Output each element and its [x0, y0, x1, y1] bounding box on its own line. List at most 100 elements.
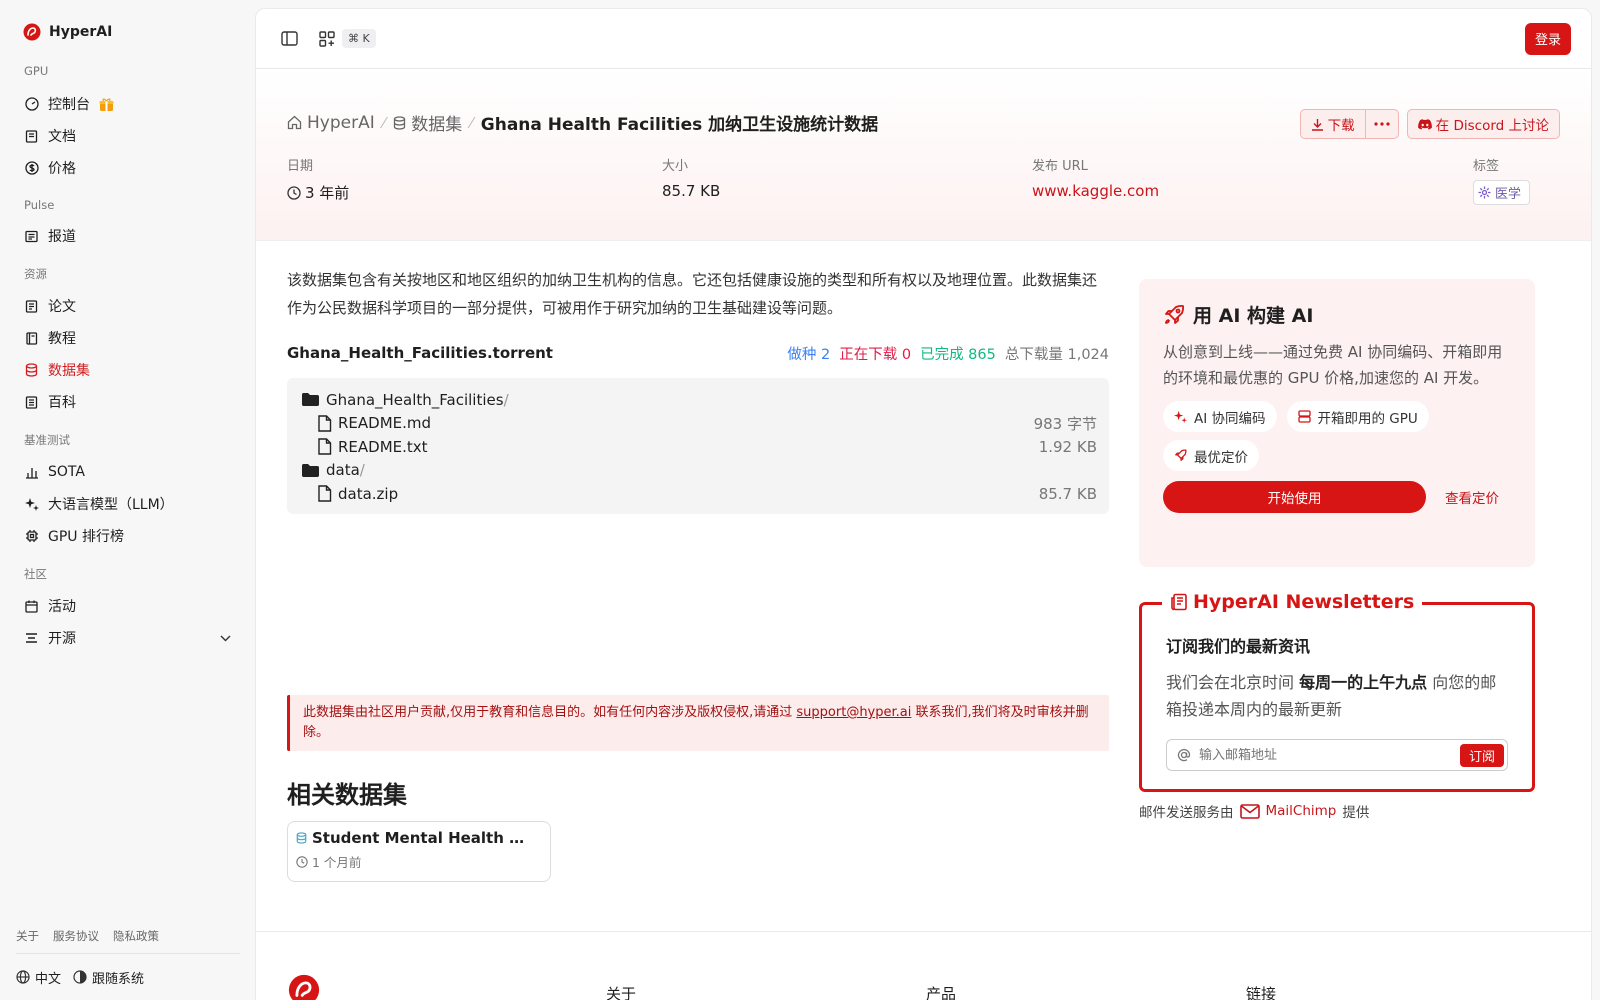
- breadcrumb: HyperAI ⁄ 数据集 ⁄ Ghana Health Facilities …: [287, 110, 878, 135]
- at-sign-icon: [1177, 748, 1191, 762]
- hyperai-logo-icon: [23, 23, 41, 41]
- sidebar-item-datasets[interactable]: 数据集: [16, 354, 239, 386]
- about-link[interactable]: 关于: [16, 928, 39, 944]
- feature-gpu: 开箱即用的 GPU: [1286, 401, 1429, 432]
- more-options-button[interactable]: [1365, 109, 1399, 139]
- clock-icon: [296, 855, 308, 868]
- rocket-icon: [1163, 304, 1185, 326]
- torrent-name: Ghana_Health_Facilities.torrent: [287, 344, 553, 362]
- get-started-button[interactable]: 开始使用: [1163, 481, 1426, 513]
- brand[interactable]: HyperAI: [23, 22, 239, 42]
- torrent-header: Ghana_Health_Facilities.torrent 做种 2 正在下…: [287, 342, 1109, 364]
- server-icon: [1297, 410, 1311, 423]
- language-switcher[interactable]: 中文: [16, 968, 61, 987]
- download-button[interactable]: 下载: [1299, 109, 1366, 139]
- meta-url-label: 发布 URL: [1032, 159, 1088, 174]
- file-tree-folder[interactable]: Ghana_Health_Facilities /: [301, 388, 1097, 412]
- stat-downloading: 正在下载 0: [839, 346, 912, 363]
- tag-label: 医学: [1495, 187, 1522, 202]
- file-name: data.zip: [338, 484, 399, 503]
- home-icon: [287, 115, 302, 130]
- mailchimp-link[interactable]: MailChimp: [1239, 803, 1337, 819]
- dataset-description: 该数据集包含有关按地区和地区组织的加纳卫生机构的信息。它还包括健康设施的类型和所…: [287, 271, 1098, 317]
- stat-completed: 已完成 865: [920, 346, 996, 363]
- provider-prefix: 邮件发送服务由: [1139, 805, 1234, 821]
- file-tree-file[interactable]: data.zip 85.7 KB: [301, 482, 1097, 506]
- notice-text: 此数据集由社区用户贡献,仅用于教育和信息目的。如有任何内容涉及版权侵权,请通过: [303, 705, 797, 720]
- file-tree-folder[interactable]: data /: [301, 459, 1097, 483]
- nav-section-gpu: GPU: [24, 64, 49, 78]
- related-dataset-card[interactable]: Student Mental Health … 1 个月前: [287, 821, 551, 882]
- tag-medicine[interactable]: 医学: [1473, 180, 1531, 205]
- rocket-icon: [1174, 449, 1187, 462]
- meta-date-label: 日期: [287, 159, 314, 174]
- terms-link[interactable]: 服务协议: [53, 928, 99, 944]
- sidebar-item-gpu-leaderboard[interactable]: GPU 排行榜: [16, 520, 239, 552]
- preferences: 中文 跟随系统: [16, 954, 240, 1000]
- privacy-link[interactable]: 隐私政策: [113, 928, 159, 944]
- file-size: 85.7 KB: [1038, 484, 1097, 503]
- database-icon: [393, 115, 406, 130]
- sidebar-toggle-icon[interactable]: [276, 26, 302, 52]
- sidebar-item-pricing[interactable]: 价格: [16, 152, 239, 184]
- mail-icon: [1239, 803, 1260, 819]
- feature-label: 开箱即用的 GPU: [1317, 410, 1418, 427]
- apps-grid-icon[interactable]: [314, 26, 340, 52]
- discord-button[interactable]: 在 Discord 上讨论: [1406, 109, 1560, 139]
- file-tree: Ghana_Health_Facilities / README.md 983 …: [287, 378, 1109, 514]
- sparkle-icon: [1174, 410, 1187, 423]
- sidebar-item-events[interactable]: 活动: [16, 590, 239, 622]
- sidebar-item-papers[interactable]: 论文: [16, 290, 239, 322]
- database-icon: [24, 363, 39, 378]
- stat-total: 总下载量 1,024: [1004, 346, 1109, 363]
- download-group: 下载: [1299, 109, 1399, 139]
- download-label: 下载: [1327, 118, 1355, 134]
- main-panel: ⌘ K 登录 HyperAI ⁄ 数据集 ⁄ Ghana Health Faci…: [255, 8, 1592, 1000]
- more-icon: [1374, 122, 1390, 126]
- file-name: Ghana_Health_Facilities: [326, 390, 504, 409]
- meta-url: 发布 URL www.kaggle.com: [1032, 155, 1159, 200]
- file-tree-file[interactable]: README.md 983 字节: [301, 412, 1097, 436]
- theme-switcher[interactable]: 跟随系统: [73, 968, 144, 987]
- newsletter-icon: [1170, 593, 1188, 611]
- sidebar-item-label: 开源: [48, 631, 76, 647]
- breadcrumb-home[interactable]: HyperAI: [287, 113, 375, 133]
- email-input[interactable]: [1191, 747, 1460, 763]
- meta-date-value-row: 3 年前: [287, 182, 349, 203]
- promo-actions: 开始使用 查看定价: [1163, 481, 1511, 513]
- sidebar-item-docs[interactable]: 文档: [16, 120, 239, 152]
- sidebar-item-label: 控制台: [48, 97, 90, 113]
- subscribe-button[interactable]: 订阅: [1459, 743, 1504, 767]
- sidebar-item-console[interactable]: 控制台: [16, 88, 239, 120]
- breadcrumb-datasets[interactable]: 数据集: [393, 110, 462, 135]
- file-tree-file[interactable]: README.txt 1.92 KB: [301, 435, 1097, 459]
- feature-pricing: 最优定价: [1163, 440, 1259, 471]
- command-palette-shortcut[interactable]: ⌘ K: [342, 29, 376, 48]
- mailchimp-label: MailChimp: [1265, 803, 1337, 819]
- view-pricing-link[interactable]: 查看定价: [1445, 487, 1499, 507]
- support-email-link[interactable]: support@hyper.ai: [796, 705, 911, 720]
- encyclopedia-icon: [24, 395, 39, 410]
- chevron-down-icon[interactable]: [220, 635, 231, 642]
- download-icon: [1311, 118, 1324, 131]
- sidebar-item-llm[interactable]: 大语言模型（LLM）: [16, 488, 239, 520]
- login-button[interactable]: 登录: [1524, 22, 1571, 55]
- sidebar-item-news[interactable]: 报道: [16, 220, 239, 252]
- sidebar-item-sota[interactable]: SOTA: [16, 456, 239, 488]
- sidebar-item-label: 活动: [48, 599, 76, 615]
- folder-icon: [301, 392, 320, 407]
- related-dataset-title: Student Mental Health …: [312, 829, 525, 847]
- legal-links: 关于 服务协议 隐私政策: [16, 928, 240, 954]
- sidebar-item-tutorials[interactable]: 教程: [16, 322, 239, 354]
- file-icon: [317, 415, 332, 432]
- sidebar-item-open-source[interactable]: 开源: [16, 622, 239, 654]
- sidebar-item-wiki[interactable]: 百科: [16, 386, 239, 418]
- notebook-icon: [24, 331, 39, 346]
- file-icon: [317, 485, 332, 502]
- gift-icon: [99, 97, 114, 112]
- list-icon: [24, 631, 39, 646]
- meta-url-link[interactable]: www.kaggle.com: [1032, 182, 1159, 200]
- globe-icon: [16, 970, 30, 984]
- breadcrumb-home-label: HyperAI: [307, 112, 375, 133]
- footer-column-products: 产品: [926, 985, 957, 1000]
